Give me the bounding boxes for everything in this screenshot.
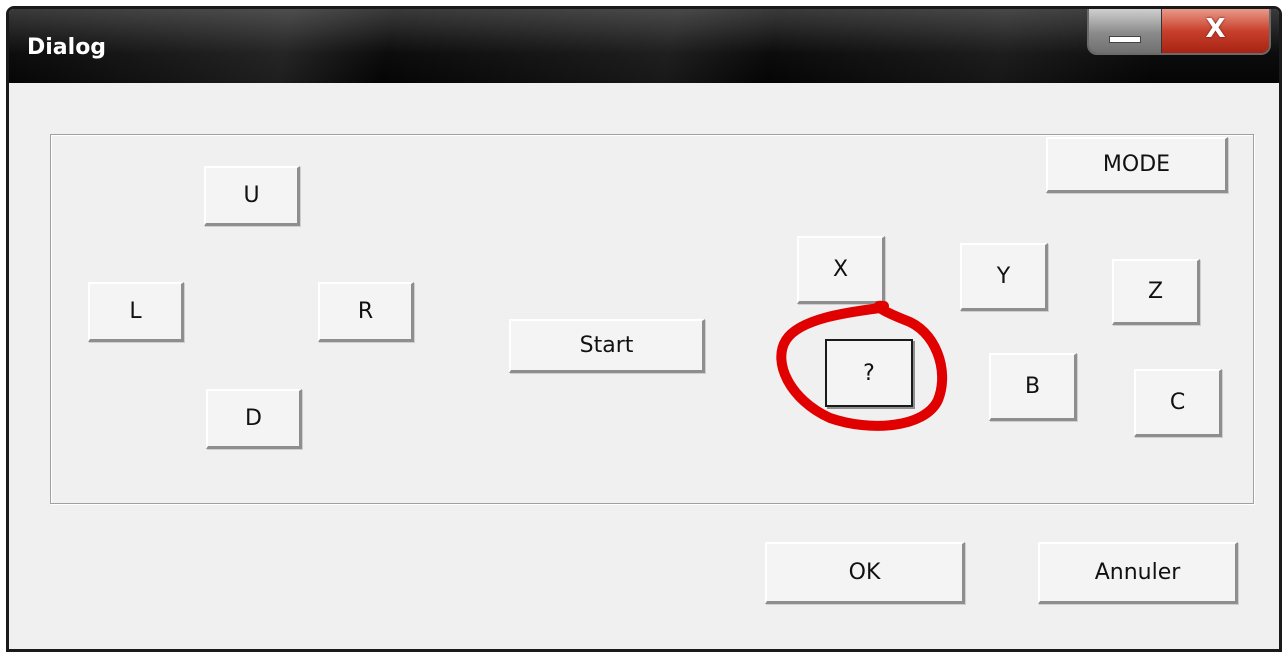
down-button-label: D xyxy=(245,406,262,431)
up-button[interactable]: U xyxy=(204,166,300,226)
z-button-label: Z xyxy=(1147,279,1164,304)
cancel-button[interactable]: Annuler xyxy=(1038,542,1238,604)
x-button[interactable]: X xyxy=(797,236,885,304)
minimize-icon xyxy=(1109,36,1141,43)
c-button-label: C xyxy=(1169,390,1186,415)
ok-button-label: OK xyxy=(848,560,881,585)
left-button-label: L xyxy=(129,299,142,324)
down-button[interactable]: D xyxy=(206,389,302,449)
title-bar[interactable]: Dialog X xyxy=(9,9,1279,83)
y-button[interactable]: Y xyxy=(960,243,1048,311)
minimize-button[interactable] xyxy=(1089,9,1162,53)
b-button-label: B xyxy=(1024,374,1041,399)
x-button-label: X xyxy=(832,257,849,282)
mode-button[interactable]: MODE xyxy=(1046,137,1228,193)
c-button[interactable]: C xyxy=(1134,369,1222,437)
right-button-label: R xyxy=(357,299,374,324)
dialog-window: Dialog X U L R D Start MODE X Y Z ? B C … xyxy=(6,6,1282,652)
start-button-label: Start xyxy=(579,333,634,358)
caption-buttons: X xyxy=(1087,9,1271,55)
unknown-button[interactable]: ? xyxy=(825,339,913,407)
mode-button-label: MODE xyxy=(1102,152,1171,177)
close-button[interactable]: X xyxy=(1162,9,1269,53)
window-title: Dialog xyxy=(27,35,107,60)
ok-button[interactable]: OK xyxy=(765,542,965,604)
up-button-label: U xyxy=(243,183,260,208)
z-button[interactable]: Z xyxy=(1112,259,1200,325)
start-button[interactable]: Start xyxy=(509,319,705,373)
b-button[interactable]: B xyxy=(989,353,1077,421)
left-button[interactable]: L xyxy=(88,282,184,342)
unknown-button-label: ? xyxy=(863,360,875,386)
right-button[interactable]: R xyxy=(318,282,414,342)
y-button-label: Y xyxy=(996,264,1011,289)
close-icon: X xyxy=(1205,14,1226,44)
cancel-button-label: Annuler xyxy=(1094,560,1181,585)
